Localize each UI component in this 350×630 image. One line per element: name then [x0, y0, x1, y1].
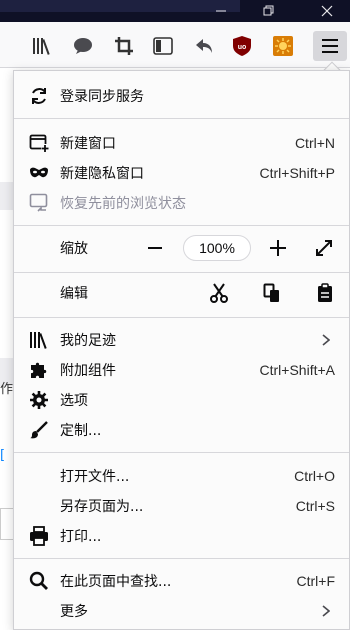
- page-fragment-text: 作: [0, 382, 14, 397]
- gear-icon: [28, 389, 50, 411]
- menu-item-label: 更多: [60, 604, 88, 620]
- chat-bubble-icon: [74, 38, 92, 54]
- fullscreen-button[interactable]: [312, 236, 336, 260]
- menu-item-label: 在此页面中查找...: [60, 574, 172, 590]
- menu-item-label: 选项: [60, 393, 88, 409]
- shortcut-text: Ctrl+S: [295, 498, 335, 514]
- private-mask-icon: [28, 162, 50, 184]
- menu-item-open-file[interactable]: 打开文件... Ctrl+O: [14, 461, 349, 491]
- minimize-button[interactable]: [200, 0, 242, 22]
- navigation-toolbar: uo: [0, 22, 350, 68]
- menu-item-label: 新建隐私窗口: [60, 166, 144, 182]
- menu-separator: [14, 272, 349, 273]
- chevron-right-icon: [321, 334, 331, 346]
- zoom-reset-button[interactable]: 100%: [183, 235, 251, 261]
- menu-separator: [14, 118, 349, 119]
- menu-item-more[interactable]: 更多: [14, 596, 349, 626]
- page-fragment-bar: [0, 182, 14, 210]
- menu-item-label: 打开文件...: [60, 469, 130, 485]
- hamburger-menu-icon: [322, 39, 338, 53]
- menu-separator: [14, 452, 349, 453]
- menu-item-customize[interactable]: 定制...: [14, 415, 349, 445]
- shortcut-text: Ctrl+O: [294, 468, 335, 484]
- paintbrush-icon: [28, 419, 50, 441]
- menu-item-restore-session[interactable]: 恢复先前的浏览状态: [14, 188, 349, 218]
- new-window-icon: [28, 132, 50, 154]
- undo-arrow-icon: [196, 39, 212, 53]
- menu-item-print[interactable]: 打印...: [14, 521, 349, 551]
- copy-icon: [263, 283, 279, 302]
- menu-item-label: 另存页面为...: [60, 499, 144, 515]
- screenshot-crop-button[interactable]: [112, 34, 136, 58]
- sidebar-button[interactable]: [151, 34, 175, 58]
- menu-item-label: 恢复先前的浏览状态: [60, 196, 186, 212]
- library-icon: [28, 329, 50, 351]
- menu-separator: [14, 317, 349, 318]
- menu-item-label: 附加组件: [60, 363, 116, 379]
- menu-item-new-window[interactable]: 新建窗口 Ctrl+N: [14, 128, 349, 158]
- page-fragment-box: [0, 508, 14, 540]
- shortcut-text: Ctrl+Shift+A: [259, 362, 335, 378]
- menu-item-save-page[interactable]: 另存页面为... Ctrl+S: [14, 491, 349, 521]
- zoom-out-button[interactable]: [143, 236, 167, 260]
- ublock-origin-button[interactable]: uo: [230, 34, 254, 58]
- clipboard-icon: [318, 283, 332, 302]
- crop-icon: [115, 37, 133, 55]
- library-icon: [33, 38, 50, 55]
- menu-separator: [14, 558, 349, 559]
- fullscreen-icon: [316, 240, 332, 256]
- edit-label: 编辑: [60, 286, 88, 302]
- restore-session-icon: [28, 192, 50, 214]
- app-menu-panel: 登录同步服务 新建窗口 Ctrl+N 新建隐私窗口 Ctrl+Shift+P 恢…: [13, 70, 350, 630]
- restore-button[interactable]: [248, 0, 290, 22]
- library-button[interactable]: [30, 34, 54, 58]
- puzzle-piece-icon: [28, 359, 50, 381]
- undo-button[interactable]: [192, 34, 216, 58]
- minus-icon: [148, 247, 162, 249]
- minimize-icon: [216, 10, 226, 12]
- zoom-in-button[interactable]: [266, 236, 290, 260]
- ublock-origin-icon: uo: [233, 36, 251, 56]
- shortcut-text: Ctrl+F: [296, 573, 336, 589]
- close-icon: [321, 5, 333, 17]
- page-fragment-text: [: [0, 448, 6, 463]
- sync-icon: [28, 85, 50, 107]
- theme-sun-icon: [273, 36, 293, 56]
- zoom-label: 缩放: [60, 241, 88, 257]
- open-menu-button[interactable]: [313, 31, 347, 61]
- menu-item-label: 定制...: [60, 423, 102, 439]
- zoom-controls: 缩放 100%: [14, 233, 349, 263]
- printer-icon: [28, 525, 50, 547]
- menu-separator: [14, 225, 349, 226]
- menu-item-sync[interactable]: 登录同步服务: [14, 81, 349, 111]
- shortcut-text: Ctrl+Shift+P: [259, 165, 335, 181]
- menu-item-library[interactable]: 我的足迹: [14, 325, 349, 355]
- search-icon: [28, 570, 50, 592]
- plus-icon: [270, 240, 286, 256]
- svg-text:uo: uo: [238, 44, 247, 51]
- shortcut-text: Ctrl+N: [294, 135, 335, 151]
- close-window-button[interactable]: [306, 0, 348, 22]
- copy-button[interactable]: [260, 281, 284, 305]
- restore-icon: [263, 5, 274, 16]
- chevron-right-icon: [321, 605, 331, 617]
- menu-item-addons[interactable]: 附加组件 Ctrl+Shift+A: [14, 355, 349, 385]
- sidebar-icon: [153, 37, 173, 55]
- edit-controls: 编辑: [14, 278, 349, 308]
- menu-item-label: 我的足迹: [60, 333, 116, 349]
- scissors-icon: [210, 283, 228, 303]
- theme-extension-button[interactable]: [271, 34, 295, 58]
- menu-item-new-private-window[interactable]: 新建隐私窗口 Ctrl+Shift+P: [14, 158, 349, 188]
- menu-item-label: 打印...: [60, 529, 102, 545]
- menu-item-find-in-page[interactable]: 在此页面中查找... Ctrl+F: [14, 566, 349, 596]
- paste-button[interactable]: [313, 281, 337, 305]
- menu-item-label: 新建窗口: [60, 136, 116, 152]
- chat-button[interactable]: [71, 34, 95, 58]
- cut-button[interactable]: [207, 281, 231, 305]
- menu-item-label: 登录同步服务: [60, 89, 144, 105]
- menu-item-options[interactable]: 选项: [14, 385, 349, 415]
- window-titlebar: [0, 0, 350, 22]
